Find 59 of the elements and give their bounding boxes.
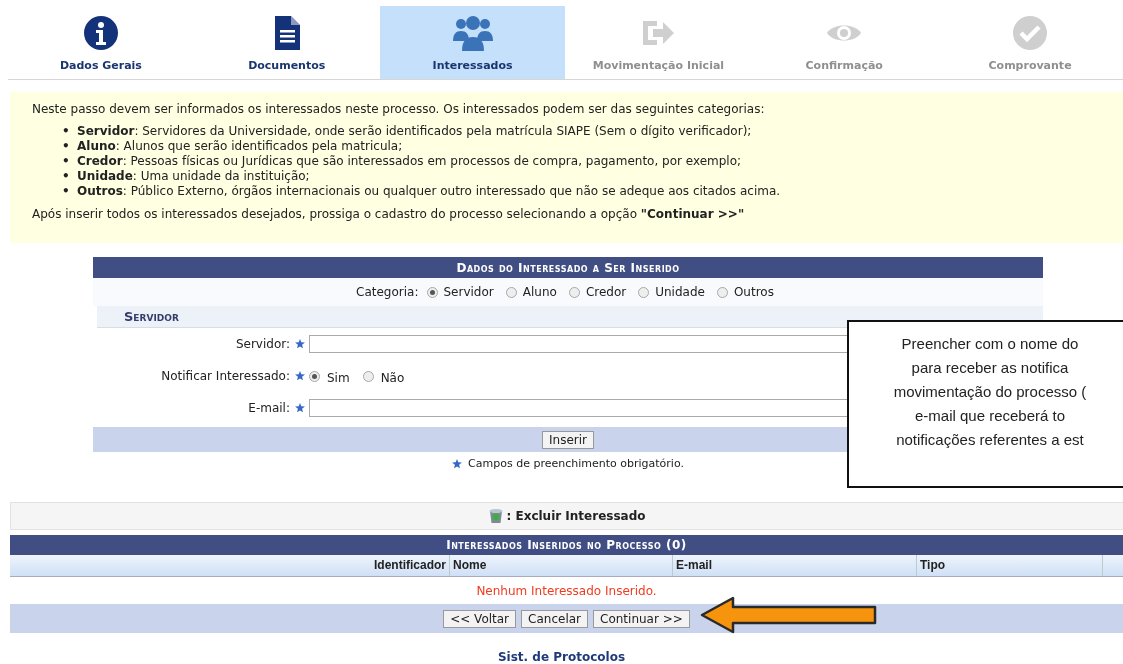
radio-button[interactable] [309, 370, 320, 382]
callout-text: Preencher com o nome do [900, 334, 1080, 354]
radio-button[interactable] [568, 286, 580, 298]
trash-icon [488, 508, 505, 524]
radio-button[interactable] [716, 286, 728, 298]
insert-button[interactable]: Inserir [542, 430, 594, 449]
callout-text: para receber as notifica [910, 358, 1070, 378]
bullet: • [62, 154, 71, 169]
empty-message: Nenhum Interessado Inserido. [476, 583, 657, 598]
column-header: E-mail [673, 555, 917, 576]
required-note: Campos de preenchimento obrigatório. [468, 457, 684, 470]
radio-button[interactable] [426, 286, 438, 298]
field-label: Servidor: [235, 337, 290, 351]
bullet: • [62, 169, 71, 184]
callout-text: notificações referentes a est [895, 430, 1085, 450]
category-description: Unidade: Uma unidade da instituição; [77, 169, 310, 184]
radio-button[interactable] [505, 286, 517, 298]
cancel-button[interactable]: Cancelar [521, 609, 588, 628]
option-label: Unidade [655, 285, 705, 299]
arrow-icon [699, 596, 879, 634]
option-label: Credor [585, 285, 627, 299]
intro-text: Neste passo devem ser informados os interessados neste processo. Os interessados podem ser das seguintes categorias: [32, 102, 766, 116]
column-header: Nome [450, 555, 673, 576]
footer-link[interactable]: Sist. de Protocolos [497, 650, 626, 664]
wizard-step[interactable]: Documentos [193, 6, 380, 79]
wizard-step[interactable]: Interessados [379, 6, 566, 79]
back-button[interactable]: << Voltar [443, 609, 517, 628]
section-title: Servidor [97, 306, 1043, 328]
field-label: Notificar Interessado: [161, 369, 290, 383]
continue-button[interactable]: Continuar >> [593, 609, 690, 628]
info-icon [82, 15, 119, 51]
column-header: Identificador [10, 555, 450, 576]
option-label: Não [380, 371, 405, 385]
category-description: Aluno: Alunos que serão identificados pela matricula; [77, 139, 403, 154]
category-description: Servidor: Servidores da Universidade, onde serão identificados pela matrícula SIAPE (Sem o dígito verificador); [77, 124, 752, 139]
bullet: • [62, 139, 71, 154]
field-label: Categoria: [356, 285, 419, 299]
radio-button[interactable] [638, 286, 650, 298]
option-label: Servidor [443, 285, 494, 299]
people-icon [451, 15, 494, 51]
option-label: Sim [327, 371, 350, 385]
bullet: • [62, 184, 71, 199]
wizard-step[interactable]: Dados Gerais [8, 6, 194, 79]
field-label: E-mail: [248, 401, 290, 415]
form-title: Dados do Interessado a Ser Inserido [93, 257, 1043, 278]
category-description: Outros: Público Externo, órgãos internacionais ou qualquer outro interessado que não se adeque aos citados acima. [77, 184, 781, 199]
table-title: Interessados Inseridos no Processo (0) [10, 535, 1123, 555]
check-icon [1012, 15, 1049, 51]
bullet: • [62, 124, 71, 139]
legend-label: : Excluir Interessado [506, 509, 646, 523]
option-label: Outros [733, 285, 774, 299]
required-icon [452, 458, 463, 469]
intro-footer: Após inserir todos os interessados desejados, prossiga o cadastro do processo selecionando a opção "Continuar >>" [32, 207, 1101, 221]
radio-button[interactable] [362, 370, 374, 382]
option-label: Aluno [522, 285, 557, 299]
column-header: Tipo [917, 555, 1103, 576]
callout-text: e-mail que receberá to [913, 406, 1067, 426]
category-description: Credor: Pessoas físicas ou Jurídicas que são interessados em processos de compra, pagamento, por exemplo; [77, 154, 742, 169]
callout-text: movimentação do processo ( [892, 382, 1088, 402]
